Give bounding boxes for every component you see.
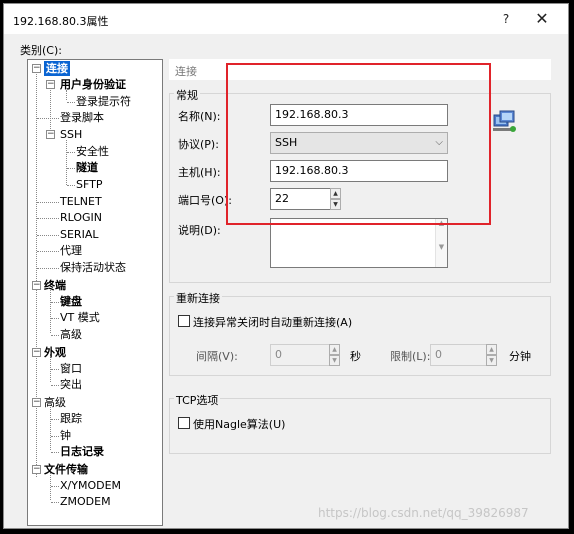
tree-item-ssh[interactable]: SSH: [60, 127, 82, 142]
tree-item-highlight[interactable]: 突出: [60, 377, 82, 392]
interval-label: 间隔(V):: [196, 350, 238, 363]
limit-spin-down-icon[interactable]: ▼: [486, 355, 497, 366]
tree-item-file-transfer[interactable]: 文件传输: [44, 462, 88, 477]
tree-item-proxy[interactable]: 代理: [60, 243, 82, 258]
name-label: 名称(N):: [178, 110, 221, 123]
tree-item-bell[interactable]: 钟: [60, 428, 71, 443]
tree-item-xymodem[interactable]: X/YMODEM: [60, 478, 121, 493]
port-label: 端口号(O):: [178, 194, 232, 207]
tree-item-sftp[interactable]: SFTP: [76, 177, 102, 192]
description-label: 说明(D):: [178, 224, 221, 237]
reconnect-legend: 重新连接: [174, 290, 222, 306]
tree-item-telnet[interactable]: TELNET: [60, 194, 102, 209]
interval-field[interactable]: 0: [270, 344, 330, 366]
interval-spin-down-icon[interactable]: ▼: [329, 355, 340, 366]
tree-item-security[interactable]: 安全性: [76, 144, 109, 159]
tree-item-keyboard[interactable]: 键盘: [60, 294, 82, 309]
tree-item-window[interactable]: 窗口: [60, 361, 82, 376]
watermark: https://blog.csdn.net/qq_39826987: [318, 506, 529, 520]
interval-unit: 秒: [350, 350, 361, 363]
help-button[interactable]: ?: [496, 10, 516, 28]
tree-item-serial[interactable]: SERIAL: [60, 227, 98, 242]
connection-collapse-icon[interactable]: −: [32, 64, 41, 73]
tree-item-vt-mode[interactable]: VT 模式: [60, 310, 100, 325]
auto-reconnect-label[interactable]: 连接异常关闭时自动重新连接(A): [193, 314, 352, 330]
close-button[interactable]: ✕: [532, 10, 552, 28]
description-field[interactable]: ▲ ▼: [270, 218, 448, 268]
tcp-legend: TCP选项: [174, 392, 221, 408]
tree-item-terminal-advanced[interactable]: 高级: [60, 327, 82, 342]
limit-unit: 分钟: [509, 350, 531, 363]
auth-collapse-icon[interactable]: −: [46, 80, 55, 89]
limit-spin-up-icon[interactable]: ▲: [486, 344, 497, 355]
tree-item-tunnel[interactable]: 隧道: [76, 160, 98, 175]
general-legend: 常规: [174, 87, 200, 103]
tree-item-zmodem[interactable]: ZMODEM: [60, 494, 111, 509]
tree-item-keepalive[interactable]: 保持活动状态: [60, 260, 126, 275]
tree-item-rlogin[interactable]: RLOGIN: [60, 210, 102, 225]
terminal-collapse-icon[interactable]: −: [32, 281, 41, 290]
ssh-collapse-icon[interactable]: −: [46, 130, 55, 139]
tree-item-login-script[interactable]: 登录脚本: [60, 110, 104, 125]
protocol-label: 协议(P):: [178, 138, 219, 151]
appearance-collapse-icon[interactable]: −: [32, 348, 41, 357]
limit-label: 限制(L):: [390, 350, 431, 363]
interval-spin-up-icon[interactable]: ▲: [329, 344, 340, 355]
advanced-collapse-icon[interactable]: −: [32, 398, 41, 407]
limit-field[interactable]: 0: [430, 344, 490, 366]
category-label: 类别(C):: [20, 44, 62, 57]
tree-item-terminal[interactable]: 终端: [44, 278, 66, 293]
nagle-checkbox[interactable]: [178, 417, 190, 429]
tree-item-user-auth[interactable]: 用户身份验证: [60, 77, 126, 92]
tree-item-logging[interactable]: 日志记录: [60, 444, 104, 459]
nagle-label[interactable]: 使用Nagle算法(U): [193, 416, 285, 432]
network-computer-icon: [491, 109, 517, 135]
tree-item-login-prompt[interactable]: 登录提示符: [76, 94, 131, 109]
file-transfer-collapse-icon[interactable]: −: [32, 465, 41, 474]
highlight-annotation-box: [226, 63, 491, 225]
tree-item-connection[interactable]: 连接: [44, 61, 70, 76]
window-title: 192.168.80.3属性: [13, 15, 109, 28]
description-scrollbar[interactable]: ▲ ▼: [435, 219, 447, 267]
category-tree[interactable]: − 连接 − 用户身份验证 登录提示符 登录脚本 − SSH 安全性 隧道 SF…: [27, 59, 163, 526]
tree-item-trace[interactable]: 跟踪: [60, 411, 82, 426]
tree-item-appearance[interactable]: 外观: [44, 345, 66, 360]
title-bar: 192.168.80.3属性 ? ✕: [4, 4, 568, 34]
auto-reconnect-checkbox[interactable]: [178, 315, 190, 327]
tree-item-advanced[interactable]: 高级: [44, 395, 66, 410]
host-label: 主机(H):: [178, 166, 221, 179]
